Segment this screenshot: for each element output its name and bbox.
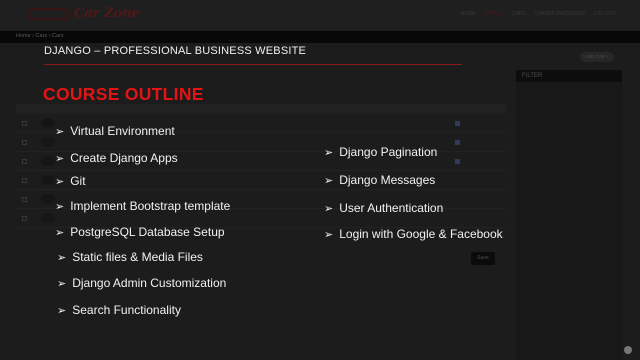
- arrow-bullet-icon: ➢: [55, 124, 65, 138]
- topic-label: Create Django Apps: [70, 151, 178, 165]
- udemy-watermark: [624, 346, 632, 354]
- topic-label: Login with Google & Facebook: [339, 227, 503, 241]
- topic-label: Git: [70, 174, 86, 188]
- arrow-bullet-icon: ➢: [55, 199, 65, 213]
- topic-label: Virtual Environment: [70, 124, 175, 138]
- udemy-logo-icon: [624, 346, 632, 354]
- topic-item: ➢ Django Admin Customization: [57, 276, 226, 290]
- arrow-bullet-icon: ➢: [57, 303, 67, 317]
- arrow-bullet-icon: ➢: [324, 201, 334, 215]
- topic-label: Django Pagination: [339, 145, 438, 159]
- topic-item: ➢ Git: [55, 174, 86, 188]
- course-slide-overlay: DJANGO – PROFESSIONAL BUSINESS WEBSITE C…: [0, 0, 640, 360]
- topic-item: ➢ Django Messages: [324, 173, 435, 187]
- topic-item: ➢ Static files & Media Files: [57, 250, 203, 264]
- topic-label: Implement Bootstrap template: [70, 199, 231, 213]
- topic-label: User Authentication: [339, 201, 444, 215]
- topic-item: ➢ Search Functionality: [57, 303, 181, 317]
- arrow-bullet-icon: ➢: [324, 227, 334, 241]
- arrow-bullet-icon: ➢: [57, 250, 67, 264]
- topic-item: ➢ Implement Bootstrap template: [55, 199, 230, 213]
- arrow-bullet-icon: ➢: [55, 225, 65, 239]
- arrow-bullet-icon: ➢: [55, 151, 65, 165]
- topic-label: Django Admin Customization: [72, 276, 227, 290]
- topic-label: Static files & Media Files: [72, 250, 203, 264]
- arrow-bullet-icon: ➢: [324, 145, 334, 159]
- title-divider: [44, 64, 462, 65]
- arrow-bullet-icon: ➢: [57, 276, 67, 290]
- topic-item: ➢ Login with Google & Facebook: [324, 227, 503, 241]
- topic-item: ➢ Create Django Apps: [55, 151, 178, 165]
- course-outline-heading: COURSE OUTLINE: [43, 84, 204, 104]
- topic-label: PostgreSQL Database Setup: [70, 225, 225, 239]
- topic-label: Django Messages: [339, 173, 436, 187]
- arrow-bullet-icon: ➢: [324, 173, 334, 187]
- topic-item: ➢ Django Pagination: [324, 145, 437, 159]
- slide-title: DJANGO – PROFESSIONAL BUSINESS WEBSITE: [44, 45, 307, 57]
- topic-item: ➢ Virtual Environment: [55, 124, 175, 138]
- topic-item: ➢ PostgreSQL Database Setup: [55, 225, 225, 239]
- arrow-bullet-icon: ➢: [55, 174, 65, 188]
- topic-item: ➢ User Authentication: [324, 201, 443, 215]
- topic-label: Search Functionality: [72, 303, 181, 317]
